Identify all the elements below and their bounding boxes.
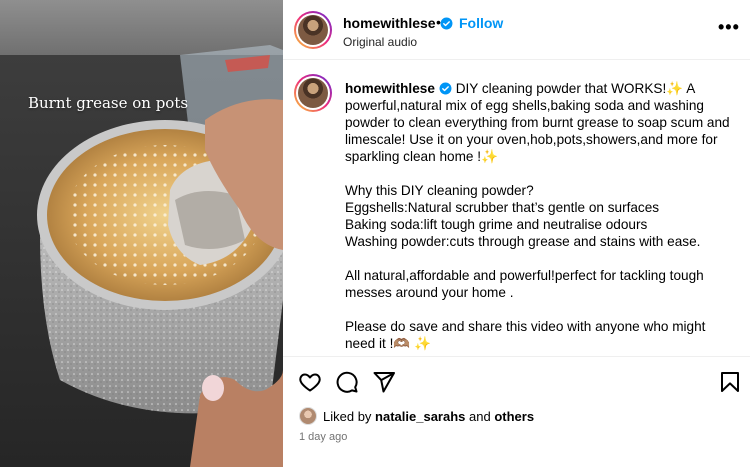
comment-icon[interactable] <box>335 370 359 394</box>
liker-avatar[interactable] <box>299 407 317 425</box>
caption-point: Baking soda:lift tough grime and neutral… <box>345 217 648 232</box>
caption-author-avatar[interactable] <box>294 74 332 112</box>
video-frame <box>0 0 283 467</box>
post-video[interactable]: Burnt grease on pots <box>0 0 283 467</box>
author-avatar[interactable] <box>294 11 332 49</box>
verified-badge-icon <box>440 17 453 30</box>
caption-cta: Please do save and share this video with… <box>345 319 706 351</box>
caption-why-heading: Why this DIY cleaning powder? <box>345 183 534 198</box>
bookmark-icon[interactable] <box>718 370 742 394</box>
heart-icon[interactable] <box>298 370 322 394</box>
original-audio-link[interactable]: Original audio <box>343 35 417 49</box>
separator-dot: • <box>436 14 441 30</box>
post-caption: homewithlese DIY cleaning powder that WO… <box>283 60 750 355</box>
caption-text: homewithlese DIY cleaning powder that WO… <box>345 80 735 352</box>
post-header: homewithlese • Follow Original audio ••• <box>283 0 750 60</box>
share-icon[interactable] <box>372 370 396 394</box>
caption-point: Eggshells:Natural scrubber that’s gentle… <box>345 200 660 215</box>
post-details-panel: homewithlese • Follow Original audio •••… <box>283 0 750 467</box>
caption-summary: All natural,affordable and powerful!perf… <box>345 268 704 300</box>
liked-by: Liked by natalie_sarahs and others <box>299 407 534 425</box>
caption-username[interactable]: homewithlese <box>345 81 435 96</box>
more-options-icon[interactable]: ••• <box>718 18 740 36</box>
liker-username[interactable]: natalie_sarahs <box>375 409 465 424</box>
caption-point: Washing powder:cuts through grease and s… <box>345 234 701 249</box>
follow-button[interactable]: Follow <box>459 15 503 31</box>
post-actions: Liked by natalie_sarahs and others 1 day… <box>283 356 750 467</box>
video-overlay-text: Burnt grease on pots <box>28 94 189 112</box>
likes-others-link[interactable]: others <box>494 409 534 424</box>
caption-verified-badge-icon <box>439 82 452 95</box>
post-timestamp[interactable]: 1 day ago <box>299 431 347 443</box>
